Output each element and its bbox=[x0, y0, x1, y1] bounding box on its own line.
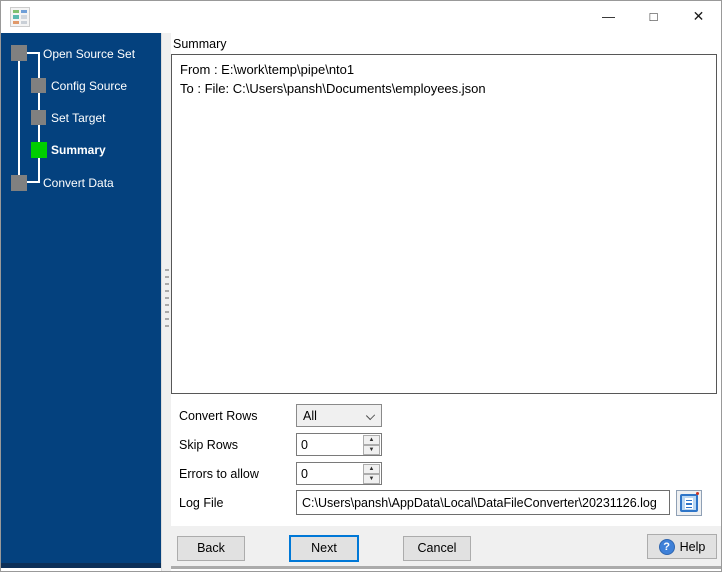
step-marker-summary-active bbox=[31, 142, 47, 158]
errors-to-allow-label: Errors to allow bbox=[179, 467, 259, 481]
help-button-label: Help bbox=[679, 539, 706, 554]
wizard-sidebar: Open Source Set Config Source Set Target… bbox=[1, 33, 161, 568]
app-icon-cell bbox=[21, 15, 27, 19]
summary-section-label: Summary bbox=[173, 37, 227, 51]
skip-rows-label: Skip Rows bbox=[179, 438, 239, 452]
summary-line-from: From : E:\work\temp\pipe\nto1 bbox=[180, 62, 355, 77]
app-icon bbox=[10, 7, 30, 27]
next-button[interactable]: Next bbox=[289, 535, 359, 562]
window-controls: — □ ✕ bbox=[586, 1, 721, 32]
help-question-icon: ? bbox=[658, 538, 675, 555]
spin-up-icon[interactable]: ▲ bbox=[363, 435, 380, 445]
step-marker-convert-data bbox=[11, 175, 27, 191]
sidebar-item-set-target[interactable]: Set Target bbox=[51, 111, 105, 125]
step-marker-config-source bbox=[31, 78, 46, 93]
spin-down-icon[interactable]: ▼ bbox=[363, 474, 380, 484]
splitter-grip-icon bbox=[165, 269, 169, 327]
errors-to-allow-stepper: ▲ ▼ bbox=[296, 462, 382, 485]
skip-rows-input[interactable] bbox=[297, 434, 363, 455]
wizard-window: — □ ✕ Open Source Set Config Source Set … bbox=[0, 0, 722, 572]
app-icon-cell bbox=[21, 20, 27, 24]
view-log-button[interactable] bbox=[676, 490, 702, 516]
main-panel: Summary From : E:\work\temp\pipe\nto1 To… bbox=[171, 33, 721, 569]
tree-connector bbox=[27, 181, 39, 183]
cancel-button[interactable]: Cancel bbox=[403, 536, 471, 561]
log-file-icon bbox=[680, 492, 699, 512]
summary-line-to: To : File: C:\Users\pansh\Documents\empl… bbox=[180, 81, 486, 96]
spin-down-icon[interactable]: ▼ bbox=[363, 445, 380, 455]
app-icon-cell bbox=[21, 10, 27, 14]
sidebar-item-convert-data[interactable]: Convert Data bbox=[43, 176, 114, 190]
help-button[interactable]: ? Help bbox=[647, 534, 717, 559]
back-button[interactable]: Back bbox=[177, 536, 245, 561]
maximize-icon[interactable]: □ bbox=[631, 1, 676, 32]
spin-up-icon[interactable]: ▲ bbox=[363, 464, 380, 474]
app-icon-cell bbox=[13, 10, 19, 14]
convert-rows-label: Convert Rows bbox=[179, 409, 258, 423]
summary-textarea[interactable]: From : E:\work\temp\pipe\nto1 To : File:… bbox=[171, 54, 717, 394]
log-file-label: Log File bbox=[179, 496, 224, 510]
convert-rows-dropdown[interactable]: All bbox=[296, 404, 382, 427]
tree-connector bbox=[18, 61, 20, 176]
errors-to-allow-input[interactable] bbox=[297, 463, 363, 484]
sidebar-splitter[interactable] bbox=[161, 33, 171, 571]
minimize-icon[interactable]: — bbox=[586, 1, 631, 32]
chevron-down-icon bbox=[365, 410, 376, 421]
skip-rows-spin-buttons: ▲ ▼ bbox=[363, 435, 380, 455]
errors-spin-buttons: ▲ ▼ bbox=[363, 464, 380, 484]
sidebar-item-open-source-set[interactable]: Open Source Set bbox=[43, 47, 135, 61]
step-marker-set-target bbox=[31, 110, 46, 125]
app-icon-cell bbox=[13, 15, 19, 19]
sidebar-item-summary[interactable]: Summary bbox=[51, 143, 106, 157]
app-icon-cell bbox=[13, 20, 19, 24]
skip-rows-stepper: ▲ ▼ bbox=[296, 433, 382, 456]
step-marker-open-source-set bbox=[11, 45, 27, 61]
close-icon[interactable]: ✕ bbox=[676, 1, 721, 32]
button-panel: Back Next Cancel ? Help bbox=[171, 526, 721, 569]
convert-rows-selected-value: All bbox=[303, 408, 317, 423]
log-file-input[interactable] bbox=[296, 490, 670, 515]
titlebar: — □ ✕ bbox=[1, 1, 721, 33]
sidebar-item-config-source[interactable]: Config Source bbox=[51, 79, 127, 93]
